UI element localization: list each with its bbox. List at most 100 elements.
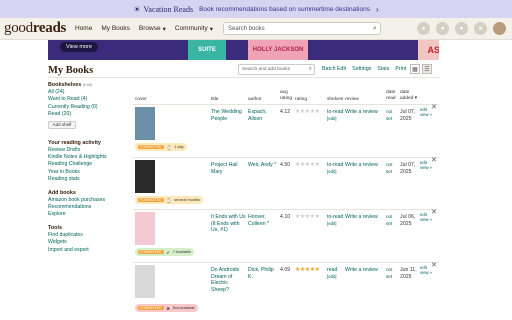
amazon-purchases-link[interactable]: Amazon book purchases xyxy=(48,197,128,204)
book-title[interactable]: Project Hail Mary xyxy=(211,162,247,175)
view-link[interactable]: view » xyxy=(420,217,432,222)
mail-icon[interactable]: ● xyxy=(474,22,487,35)
library-badge[interactable]: FORMATTED ✔ 7 Available xyxy=(135,248,195,256)
library-badge[interactable]: FORMATTED ⌚ 1 day xyxy=(135,143,187,151)
reading-challenge-link[interactable]: Reading Challenge xyxy=(48,161,128,168)
import-export-link[interactable]: Import and export xyxy=(48,247,128,254)
settings-link[interactable]: Settings xyxy=(352,66,371,72)
search-input[interactable]: Search books ⌕ xyxy=(222,22,381,35)
date-read[interactable]: not set xyxy=(386,214,398,227)
explore-link[interactable]: Explore xyxy=(48,211,128,218)
shelf-currently-reading[interactable]: Currently Reading (0) xyxy=(48,104,128,111)
view-link[interactable]: view » xyxy=(420,165,432,170)
date-read[interactable]: not set xyxy=(386,109,398,122)
book-cover[interactable] xyxy=(135,265,155,298)
write-review-link[interactable]: Write a review xyxy=(345,214,378,221)
date-added: Jun 11, 2025 xyxy=(400,267,417,280)
col-header-avg-rating[interactable]: avg rating xyxy=(280,90,292,101)
library-badge[interactable]: FORMATTED ✖ Not available xyxy=(135,304,198,312)
remove-book-icon[interactable]: ✕ xyxy=(431,209,437,217)
col-header-shelves[interactable]: shelves xyxy=(327,97,343,103)
row-divider xyxy=(133,262,439,263)
ad-banner[interactable]: View more SUITE HOLLY JACKSON ASHES xyxy=(48,40,439,60)
nav-my-books[interactable]: My Books xyxy=(101,25,130,32)
write-review-link[interactable]: Write a review xyxy=(345,267,378,274)
book-title[interactable]: The Wedding People xyxy=(211,109,247,122)
edit-shelf-link[interactable]: [edit] xyxy=(327,169,343,176)
kindle-notes-link[interactable]: Kindle Notes & Highlights xyxy=(48,154,128,161)
date-read[interactable]: not set xyxy=(386,267,398,280)
shelf-cell[interactable]: to-read [edit] xyxy=(327,162,343,175)
add-shelf-button[interactable]: Add shelf xyxy=(48,120,76,129)
review-drafts-link[interactable]: Review Drafts xyxy=(48,147,128,154)
goodreads-logo[interactable]: goodreads xyxy=(4,20,66,37)
view-link[interactable]: view » xyxy=(420,270,432,275)
friends-icon[interactable]: ● xyxy=(436,22,449,35)
book-author[interactable]: Espach, Alison xyxy=(248,109,278,122)
book-cover[interactable] xyxy=(135,107,155,140)
widgets-link[interactable]: Widgets xyxy=(48,239,128,246)
edit-shelf-link[interactable]: [edit] xyxy=(327,221,343,228)
remove-book-icon[interactable]: ✕ xyxy=(431,104,437,112)
shelf-cell[interactable]: to-read [edit] xyxy=(327,109,343,122)
avatar[interactable] xyxy=(493,22,506,35)
divider xyxy=(48,77,439,78)
shelf-cell[interactable]: read [edit] xyxy=(327,267,337,280)
shelf-want-to-read[interactable]: Want to Read (4) xyxy=(48,96,128,103)
col-header-cover[interactable]: cover xyxy=(135,97,147,103)
stats-link[interactable]: Stats xyxy=(377,66,389,72)
rating-stars[interactable]: ★★★★★ xyxy=(295,162,320,169)
rating-stars[interactable]: ★★★★★ xyxy=(295,267,320,274)
bell-icon[interactable]: ● xyxy=(417,22,430,35)
rating-stars[interactable]: ★★★★★ xyxy=(295,109,320,116)
remove-book-icon[interactable]: ✕ xyxy=(431,262,437,270)
banner-text: Book recommendations based on summertime… xyxy=(199,5,370,13)
col-header-date-read[interactable]: date read xyxy=(386,90,396,101)
book-cover[interactable] xyxy=(135,160,155,193)
book-cover[interactable] xyxy=(135,212,155,245)
print-link[interactable]: Print xyxy=(395,66,406,72)
view-link[interactable]: view » xyxy=(420,112,432,117)
list-view-icon[interactable]: ☰ xyxy=(422,64,432,74)
col-header-author[interactable]: author xyxy=(248,97,262,103)
col-header-rating[interactable]: rating xyxy=(295,97,307,103)
batch-edit-link[interactable]: Batch Edit xyxy=(322,66,346,72)
shelf-read[interactable]: Read (20) xyxy=(48,111,128,118)
shelf-all[interactable]: All (24) xyxy=(48,89,128,96)
rating-stars[interactable]: ★★★★★ xyxy=(295,214,320,221)
edit-shelves-link[interactable]: (Edit) xyxy=(83,82,93,87)
library-badge[interactable]: FORMATTED ⌚ several months xyxy=(135,196,204,204)
edit-shelf-link[interactable]: [edit] xyxy=(327,116,343,123)
book-title[interactable]: It Ends with Us (It Ends with Us, #1) xyxy=(211,214,247,234)
recommendations-link[interactable]: Recommendations xyxy=(48,204,128,211)
chat-icon[interactable]: ● xyxy=(455,22,468,35)
book-author[interactable]: Weir, Andy * xyxy=(248,162,278,169)
col-header-title[interactable]: title xyxy=(211,97,218,103)
col-header-date-added[interactable]: date added ▾ xyxy=(400,90,417,101)
promo-banner[interactable]: ☀ Vacation Reads Book recommendations bas… xyxy=(0,0,512,18)
add-books-search-input[interactable]: Search and add books ⌕ xyxy=(238,64,315,75)
reading-stats-link[interactable]: Reading stats xyxy=(48,176,128,183)
book-author[interactable]: Hoover, Colleen * xyxy=(248,214,278,227)
book-title[interactable]: Do Androids Dream of Electric Sheep? xyxy=(211,267,247,293)
nav-browse[interactable]: Browse ▾ xyxy=(139,25,166,33)
search-icon[interactable]: ⌕ xyxy=(370,25,380,33)
date-added: Jul 06, 2025 xyxy=(400,214,416,227)
vacation-reads-brand: ☀ Vacation Reads xyxy=(133,5,193,14)
date-read[interactable]: not set xyxy=(386,162,398,175)
col-header-review[interactable]: review xyxy=(345,97,359,103)
grid-view-icon[interactable]: ▦ xyxy=(410,64,420,74)
write-review-link[interactable]: Write a review xyxy=(345,162,378,169)
find-duplicates-link[interactable]: Find duplicates xyxy=(48,232,128,239)
edit-shelf-link[interactable]: [edit] xyxy=(327,274,337,281)
remove-book-icon[interactable]: ✕ xyxy=(431,157,437,165)
write-review-link[interactable]: Write a review xyxy=(345,109,378,116)
search-icon[interactable]: ⌕ xyxy=(309,66,314,73)
view-more-button[interactable]: View more xyxy=(60,42,98,52)
year-in-books-link[interactable]: Year in Books xyxy=(48,169,128,176)
book-author[interactable]: Dick, Philip K. xyxy=(248,267,278,280)
nav-community[interactable]: Community ▾ xyxy=(175,25,213,33)
nav-home[interactable]: Home xyxy=(75,25,92,32)
shelf-cell[interactable]: to-read [edit] xyxy=(327,214,343,227)
caret-down-icon: ▾ xyxy=(162,25,166,33)
